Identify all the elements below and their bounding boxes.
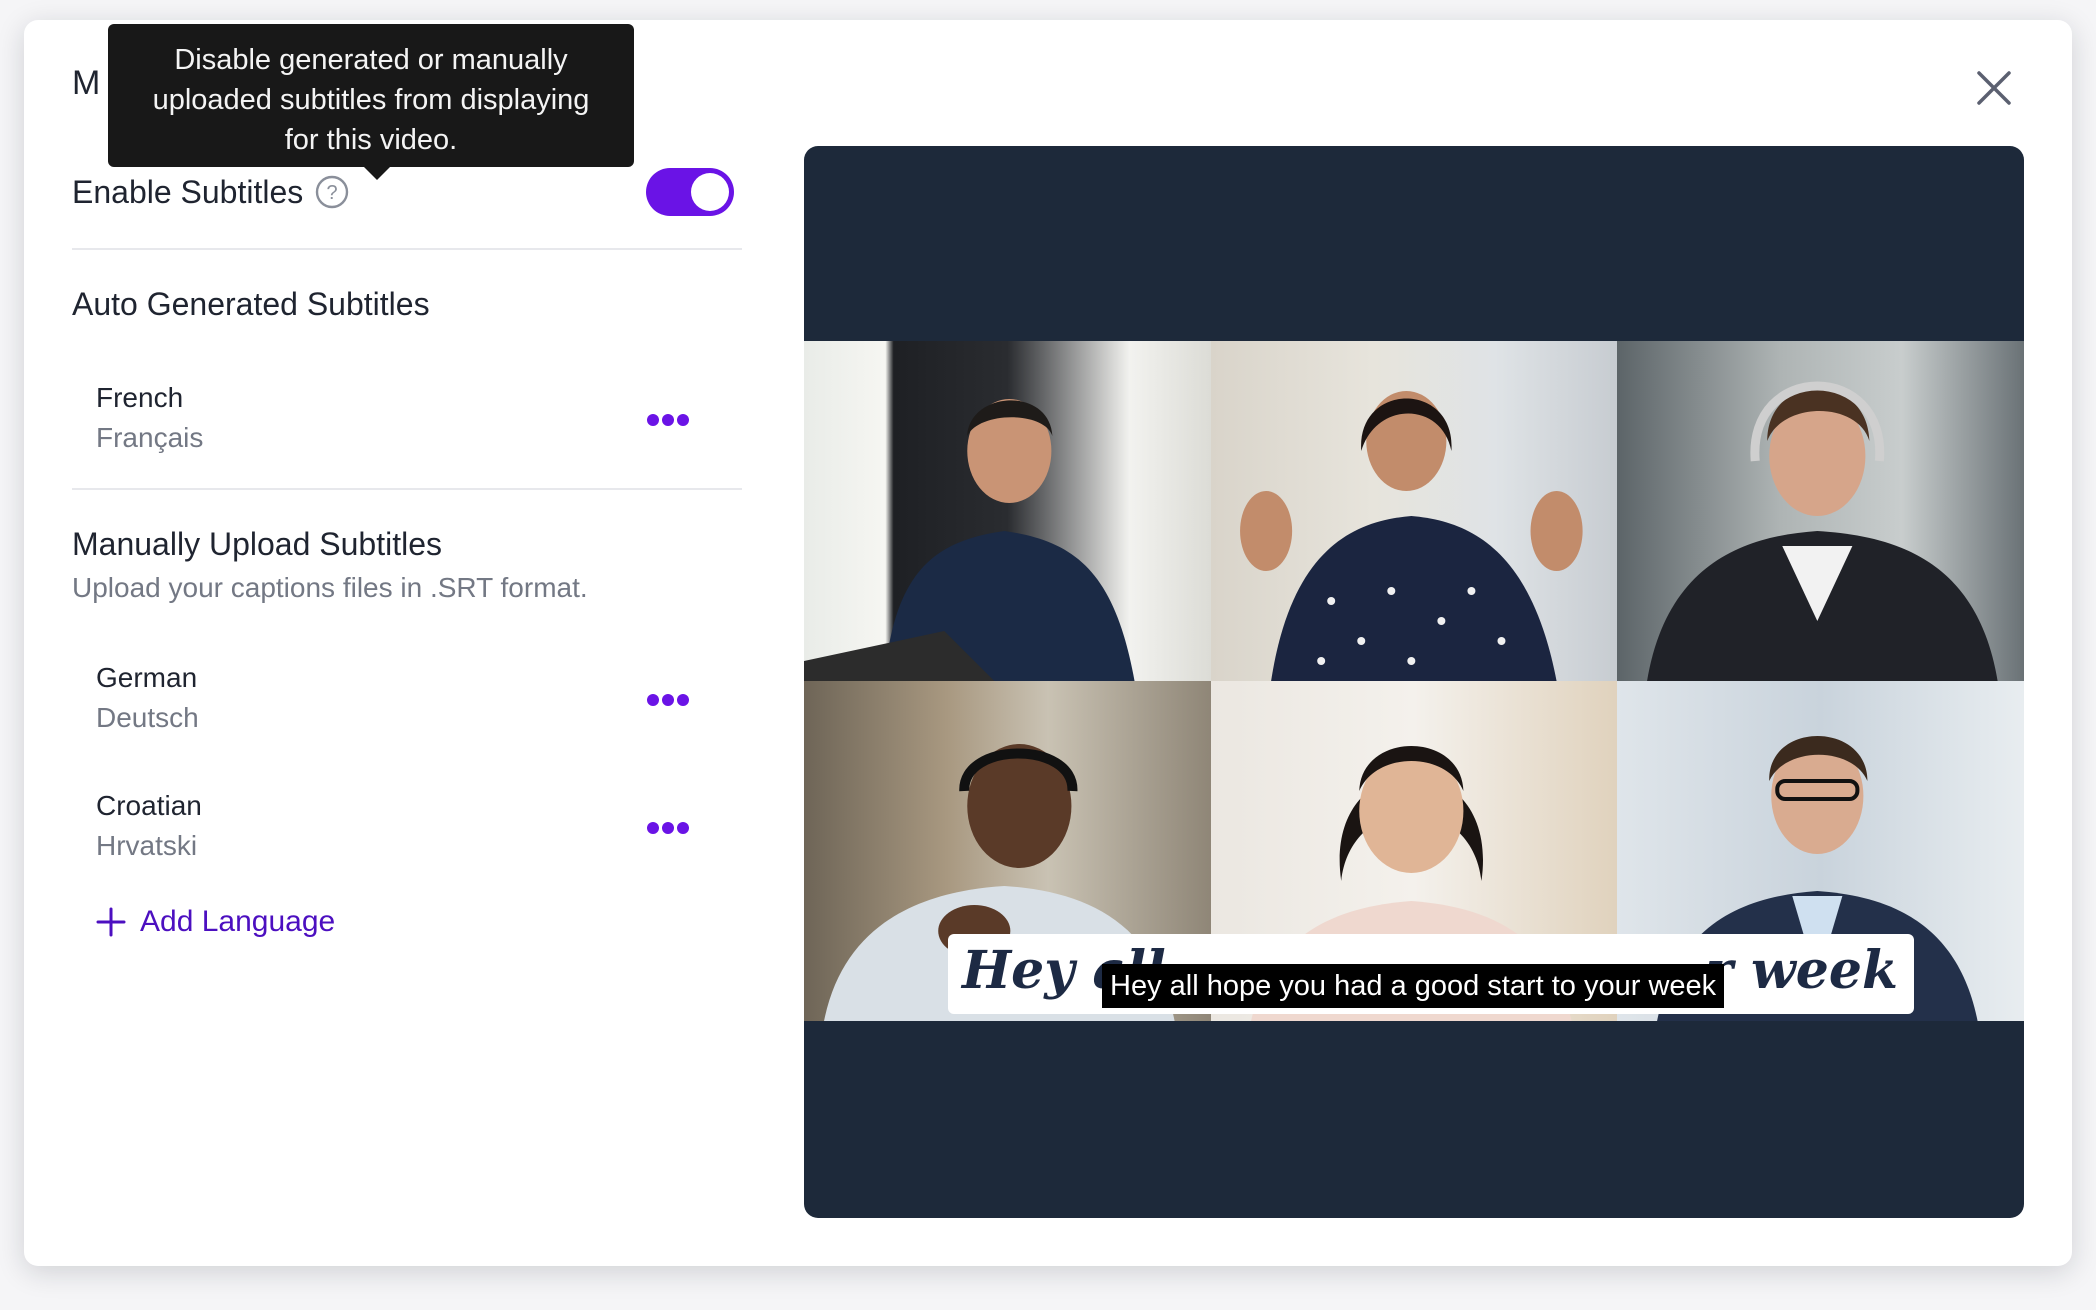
more-dots-icon [647,414,689,426]
more-options-button[interactable] [644,400,692,440]
participant-tile [1617,341,2024,681]
language-name: German [96,662,198,693]
add-language-button[interactable]: Add Language [96,900,335,944]
participant-tile [804,341,1211,681]
enable-subtitles-row: Enable Subtitles ? [72,162,742,222]
divider [72,488,742,490]
help-tooltip: Disable generated or manually uploaded s… [108,24,634,180]
svg-text:?: ? [327,182,338,204]
more-dots-icon [647,822,689,834]
plus-icon [96,907,126,937]
auto-generated-title: Auto Generated Subtitles [72,286,430,322]
divider [72,248,742,250]
subtitle-settings-panel: Enable Subtitles ? Auto Generated Subtit… [72,20,742,1266]
language-native-name: Hrvatski [96,830,198,861]
add-language-label: Add Language [140,905,336,938]
participant-tile [1210,341,1618,681]
language-native-name: Français [96,422,204,453]
language-item-german: German Deutsch [96,662,718,746]
subtitle-preview-text: Hey all hope you had a good start to you… [1102,964,1725,1008]
toggle-knob [691,173,729,211]
enable-subtitles-toggle[interactable] [646,168,734,216]
participant-image [804,399,1135,681]
question-circle-icon[interactable]: ? [315,175,349,209]
video-frame [804,341,2024,1021]
enable-subtitles-label: Enable Subtitles [72,173,304,210]
manual-upload-title: Manually Upload Subtitles [72,526,442,562]
manual-upload-subtitle: Upload your captions files in .SRT forma… [72,572,588,603]
video-preview: Hey all r week Hey all hope you had a go… [804,146,2024,1218]
language-native-name: Deutsch [96,702,199,733]
caption-text-right: r week [1705,940,1898,1001]
language-item-croatian: Croatian Hrvatski [96,790,718,874]
participant-image [1647,381,1998,681]
more-options-button[interactable] [644,680,692,720]
language-item-french: French Français [96,382,718,466]
language-name: French [96,382,184,413]
close-icon [1977,71,2011,105]
language-name: Croatian [96,790,202,821]
participant-image [1239,391,1583,681]
more-dots-icon [647,694,689,706]
subtitles-modal: M Enable Subtitles ? Auto Generated Subt… [24,20,2072,1266]
close-button[interactable] [1964,58,2024,118]
more-options-button[interactable] [644,808,692,848]
